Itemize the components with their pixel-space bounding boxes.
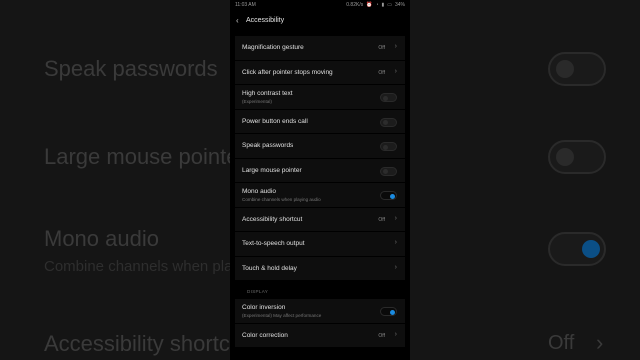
high-contrast-text-item[interactable]: High contrast text (Experimental) (235, 85, 405, 110)
signal-icon: ▮ (381, 2, 385, 8)
speak-passwords-toggle[interactable] (380, 142, 397, 151)
click-after-pointer-item[interactable]: Click after pointer stops moving Off › (235, 60, 405, 85)
item-subtitle: (Experimental) May affect performance (242, 313, 322, 318)
power-button-toggle[interactable] (380, 117, 397, 127)
item-title: Text-to-speech output (242, 240, 305, 247)
alarm-icon: ⏰ (366, 2, 373, 8)
app-bar: ‹ Accessibility (230, 10, 410, 30)
color-correction-item[interactable]: Color correction Off › (235, 323, 405, 348)
section-label: DISPLAY (247, 289, 269, 294)
battery-icon: ▭ (387, 2, 392, 8)
bg-accessibility-shortcut: Accessibility shortcut (44, 331, 249, 356)
mono-audio-toggle[interactable] (380, 191, 397, 200)
bg-toggle-2 (548, 140, 606, 174)
high-contrast-toggle[interactable] (380, 93, 397, 102)
item-subtitle: (Experimental) (242, 99, 272, 104)
chevron-right-icon: › (394, 67, 397, 75)
wifi-icon: ◔ (375, 2, 379, 8)
power-button-ends-call-item[interactable]: Power button ends call (235, 109, 405, 134)
network-speed: 0.82K/s (346, 2, 364, 8)
chevron-right-icon: › (394, 43, 397, 50)
large-mouse-pointer-item[interactable]: Large mouse pointer (235, 158, 405, 183)
item-subtitle: Combine channels when playing audio (242, 197, 321, 202)
text-to-speech-item[interactable]: Text-to-speech output › (235, 232, 405, 257)
item-title: Magnification gesture (242, 44, 304, 51)
item-title: Touch & hold delay (242, 264, 297, 272)
color-inversion-item[interactable]: Color inversion (Experimental) May affec… (235, 299, 405, 324)
item-title: Accessibility shortcut (242, 215, 303, 223)
item-value: Off (378, 216, 385, 223)
accessibility-shortcut-item[interactable]: Accessibility shortcut Off › (235, 207, 405, 232)
chevron-right-icon: › (394, 239, 397, 246)
item-title: Color inversion (242, 304, 286, 311)
touch-hold-delay-item[interactable]: Touch & hold delay › (235, 256, 405, 281)
item-title: Speak passwords (242, 142, 294, 149)
display-section-header: DISPLAY (235, 281, 405, 299)
item-title: Mono audio (242, 188, 276, 195)
page-title: Accessibility (246, 16, 285, 24)
status-time: 11:03 AM (235, 2, 256, 8)
chevron-right-icon: › (394, 214, 397, 222)
bg-toggle-3 (548, 232, 606, 266)
item-title: High contrast text (242, 90, 293, 97)
item-title: Click after pointer stops moving (242, 68, 333, 76)
bg-off-value: Off (548, 332, 575, 354)
back-arrow-icon[interactable]: ‹ (236, 16, 246, 25)
color-inversion-toggle[interactable] (380, 307, 397, 316)
status-bar: 11:03 AM 0.82K/s ⏰ ◔ ▮ ▭ 34% (230, 0, 410, 10)
chevron-right-icon: › (394, 330, 397, 338)
bg-speak-passwords: Speak passwords (44, 56, 218, 81)
battery-level: 34% (394, 2, 405, 8)
phone-screen: 11:03 AM 0.82K/s ⏰ ◔ ▮ ▭ 34% ‹ Accessibi… (230, 0, 410, 360)
settings-list: Magnification gesture Off › Click after … (235, 36, 405, 348)
large-mouse-pointer-toggle[interactable] (380, 166, 397, 176)
chevron-right-icon: › (394, 263, 397, 271)
item-value: Off (378, 45, 385, 51)
item-value: Off (378, 332, 385, 339)
mono-audio-item[interactable]: Mono audio Combine channels when playing… (235, 183, 405, 208)
item-title: Color correction (242, 331, 288, 339)
magnification-gesture-item[interactable]: Magnification gesture Off › (235, 36, 405, 61)
item-title: Power button ends call (242, 117, 308, 125)
bg-toggle-1 (548, 52, 606, 86)
item-title: Large mouse pointer (242, 166, 302, 174)
speak-passwords-item[interactable]: Speak passwords (235, 134, 405, 159)
bg-chevron-icon: › (596, 330, 604, 355)
bg-mono-audio: Mono audio (44, 226, 159, 251)
bg-large-mouse-pointer: Large mouse pointer (44, 144, 246, 169)
item-value: Off (378, 69, 385, 76)
